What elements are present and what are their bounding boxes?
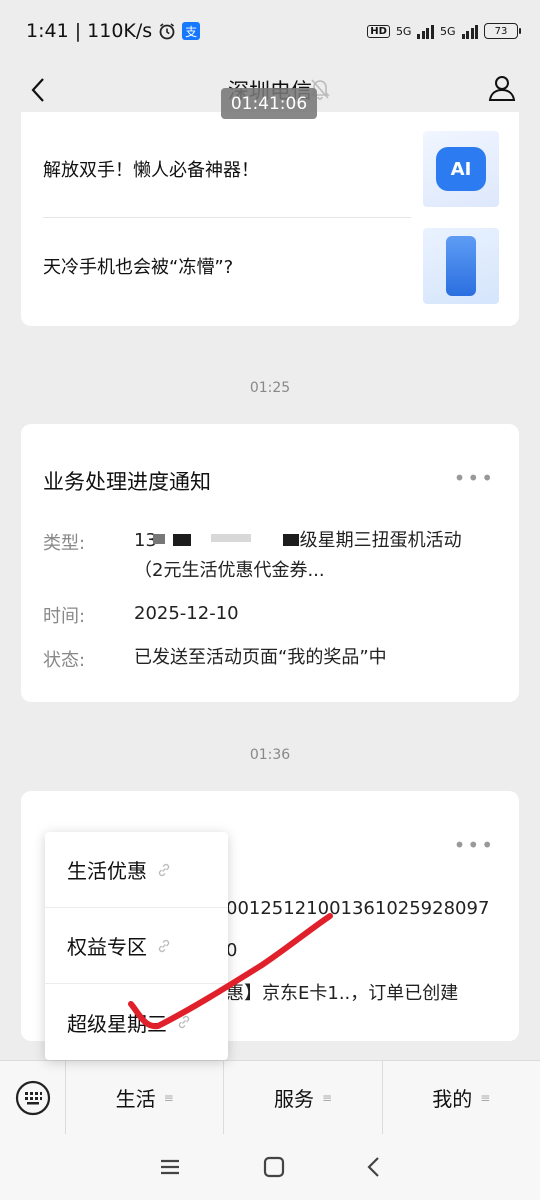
news-card: 解放双手！懒人必备神器！ AI 天冷手机也会被“冻懵”?: [21, 112, 519, 326]
popup-item-label: 生活优惠: [67, 859, 147, 883]
news-item-text: 解放双手！懒人必备神器！: [43, 160, 259, 181]
tab-life[interactable]: 生活 ≡: [66, 1060, 225, 1135]
news-item-text: 天冷手机也会被“冻懵”?: [43, 257, 234, 278]
row-label: 类型:: [43, 533, 86, 554]
ai-badge-icon: AI: [436, 147, 486, 191]
back-button[interactable]: [18, 70, 58, 110]
status-left: 1:41 | 110K/s 支: [26, 20, 201, 42]
row-value: 已发送至活动页面“我的奖品”中: [134, 647, 387, 668]
recent-apps-icon[interactable]: [158, 1157, 182, 1177]
hd-icon: HD: [367, 24, 390, 38]
back-nav-icon[interactable]: [366, 1156, 382, 1178]
alarm-icon: [159, 23, 175, 40]
signal-icon-2: [461, 23, 478, 39]
tab-mine[interactable]: 我的 ≡: [383, 1061, 540, 1135]
menu-lines-icon: ≡: [321, 1090, 333, 1105]
more-button[interactable]: •••: [454, 466, 495, 490]
user-icon: [488, 76, 516, 101]
tab-service[interactable]: 服务 ≡: [224, 1060, 383, 1135]
type-value-end: 级星期三扭蛋机活动: [299, 530, 462, 551]
popup-item-life-offers[interactable]: 生活优惠: [45, 832, 228, 908]
clock-speed: 1:41 | 110K/s: [26, 20, 153, 42]
timestamp: 01:25: [249, 380, 291, 396]
link-icon: [158, 863, 170, 876]
more-button[interactable]: •••: [454, 833, 495, 857]
popup-item-super-wednesday[interactable]: 超级星期三: [45, 984, 228, 1060]
news-item[interactable]: 解放双手！懒人必备神器！ AI: [43, 131, 499, 207]
news-item[interactable]: 天冷手机也会被“冻懵”?: [43, 228, 499, 304]
news-thumbnail: AI: [423, 131, 499, 207]
redaction-mark: [173, 534, 191, 546]
chevron-left-icon: [31, 78, 44, 102]
battery-icon: 73: [484, 23, 521, 39]
order-row-value: 001251210013610259280​97: [226, 898, 490, 919]
tab-label: 服务: [273, 1087, 314, 1111]
phone-icon: [446, 236, 476, 296]
network-label-1: 5G: [395, 24, 412, 38]
row-label: 时间:: [43, 606, 86, 627]
popup-item-benefits[interactable]: 权益专区: [45, 908, 228, 984]
keyboard-toggle-button[interactable]: [0, 1060, 66, 1135]
order-row-value: 惠】京东E卡1..，订单已创建: [226, 983, 459, 1004]
progress-card[interactable]: 业务处理进度通知 ••• 类型: 13 级星期三扭蛋机活动 （2元生活优惠代金券…: [21, 424, 519, 702]
home-icon[interactable]: [262, 1155, 286, 1179]
network-label-2: 5G: [439, 24, 456, 38]
popup-item-label: 权益专区: [67, 935, 147, 959]
link-icon: [158, 939, 170, 952]
profile-button[interactable]: [482, 68, 522, 108]
signal-icon: [417, 23, 434, 39]
menu-lines-icon: ≡: [163, 1090, 174, 1105]
keyboard-icon: [15, 1080, 50, 1115]
redaction-mark: [153, 534, 165, 544]
row-value: 2025-12-10: [134, 603, 239, 624]
bottom-menu-bar: 生活 ≡ 服务 ≡ 我的 ≡: [0, 1060, 540, 1135]
alipay-icon: 支: [182, 22, 201, 40]
card-title: 业务处理进度通知: [43, 470, 211, 494]
popup-item-label: 超级星期三: [67, 1011, 167, 1036]
menu-lines-icon: ≡: [480, 1090, 491, 1105]
row-label: 状态:: [43, 650, 86, 671]
redaction-mark: [283, 534, 299, 546]
status-right: HD 5G 5G 73: [367, 23, 521, 39]
timestamp: 01:36: [249, 747, 291, 763]
type-value-line2: （2元生活优惠代金券...: [134, 560, 325, 581]
tab-label: 我的: [432, 1087, 473, 1111]
tab-label: 生活: [115, 1087, 156, 1111]
redaction-mark: [211, 534, 251, 542]
recording-time-badge: 01:41:06: [221, 88, 317, 119]
popup-menu: 生活优惠 权益专区 超级星期三: [45, 832, 228, 1060]
divider: [43, 217, 411, 218]
status-bar: 1:41 | 110K/s 支 HD 5G 5G 73: [0, 0, 540, 62]
ai-badge-label: AI: [450, 158, 472, 180]
link-icon: [178, 1015, 190, 1029]
news-thumbnail: [423, 228, 499, 304]
system-navigation-bar: [0, 1134, 540, 1200]
